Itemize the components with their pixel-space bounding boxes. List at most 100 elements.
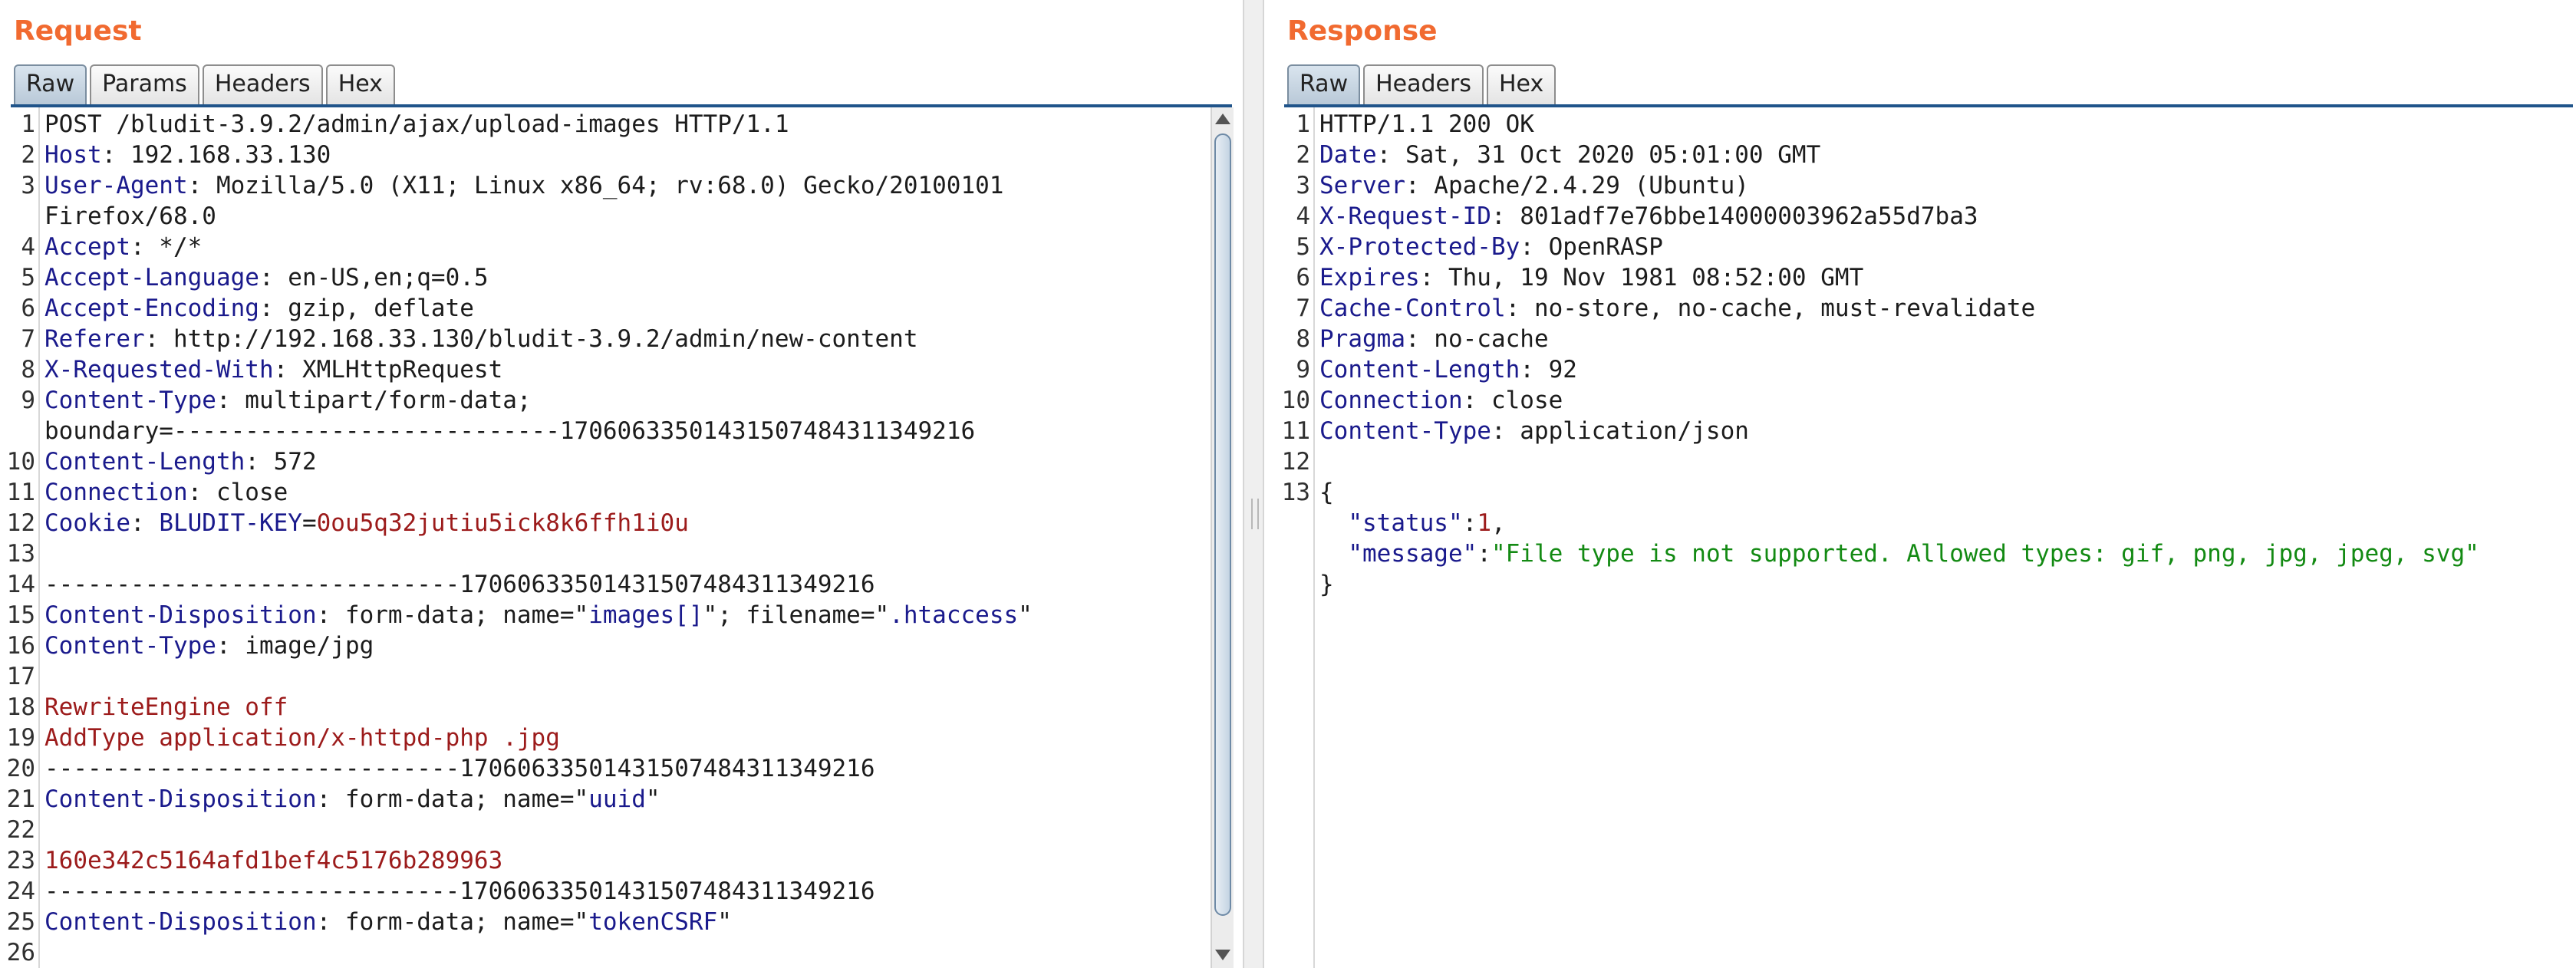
token: Content-Disposition [44, 785, 317, 813]
response-code-line: 10 Connection: close [1273, 385, 2576, 416]
line-number: 1 [21, 110, 35, 138]
token: : no-store, no-cache, must-revalidate [1505, 295, 2036, 322]
scroll-up-arrow-icon[interactable] [1215, 114, 1230, 124]
token: Cache-Control [1319, 295, 1506, 322]
line-text: Date: Sat, 31 Oct 2020 05:01:00 GMT [1319, 140, 1820, 170]
response-code-line: 4 X-Request-ID: 801adf7e76bbe14000003962a… [1273, 201, 2576, 232]
request-code-line: 13 [0, 538, 1204, 569]
line-text: "message":"File type is not supported. A… [1319, 538, 2479, 569]
line-number: 18 [6, 693, 35, 721]
token: : form-data; name=" [316, 785, 589, 813]
response-code-line: 12 [1273, 446, 2576, 477]
line-number: 11 [6, 479, 35, 506]
response-tab-hex[interactable]: Hex [1486, 64, 1556, 104]
request-tab-headers[interactable]: Headers [202, 64, 323, 104]
line-number: 5 [1296, 233, 1310, 261]
pane-splitter[interactable] [1243, 0, 1264, 968]
line-number: 9 [1296, 356, 1310, 384]
token: images[] [588, 601, 703, 629]
response-code-line: 7 Cache-Control: no-store, no-cache, must… [1273, 293, 2576, 324]
line-text: HTTP/1.1 200 OK [1319, 109, 1534, 140]
token: "status" [1348, 509, 1463, 537]
token: : form-data; name=" [316, 908, 589, 936]
line-text: Accept: */* [44, 232, 202, 262]
splitter-grip-icon[interactable] [1251, 499, 1259, 529]
line-number: 25 [6, 908, 35, 936]
line-text: Firefox/68.0 [44, 201, 216, 232]
token: : 801adf7e76bbe14000003962a55d7ba3 [1491, 202, 1978, 230]
token: RewriteEngine off [44, 693, 288, 721]
request-code-line: boundary=---------------------------1706… [0, 416, 1204, 446]
token: : Mozilla/5.0 (X11; Linux x86_64; rv:68.… [187, 172, 1004, 199]
line-text: } [1319, 569, 1334, 600]
token: : application/json [1491, 417, 1749, 445]
token: : Thu, 19 Nov 1981 08:52:00 GMT [1419, 264, 1864, 291]
line-text: Referer: http://192.168.33.130/bludit-3.… [44, 324, 918, 354]
line-number: 3 [1296, 172, 1310, 199]
request-code-line: 1 POST /bludit-3.9.2/admin/ajax/upload-im… [0, 109, 1204, 140]
request-code-line: 4 Accept: */* [0, 232, 1204, 262]
request-code-line: 18 RewriteEngine off [0, 692, 1204, 723]
line-text: boundary=---------------------------1706… [44, 416, 975, 446]
response-editor[interactable]: 1 HTTP/1.1 200 OK 2 Date: Sat, 31 Oct 2020 … [1273, 107, 2576, 968]
token: Server [1319, 172, 1405, 199]
line-number: 24 [6, 877, 35, 905]
token: .htaccess [889, 601, 1019, 629]
token: : image/jpg [216, 632, 374, 660]
token: : */* [130, 233, 203, 261]
request-code-line: 10 Content-Length: 572 [0, 446, 1204, 477]
response-tab-headers[interactable]: Headers [1363, 64, 1484, 104]
request-editor[interactable]: 1 POST /bludit-3.9.2/admin/ajax/upload-im… [0, 107, 1204, 968]
line-text: Connection: close [1319, 385, 1563, 416]
line-text: Content-Length: 572 [44, 446, 317, 477]
request-code-line: 15 Content-Disposition: form-data; name="… [0, 600, 1204, 631]
token: Expires [1319, 264, 1420, 291]
request-code-line: 21 Content-Disposition: form-data; name="… [0, 784, 1204, 815]
token: Content-Disposition [44, 601, 317, 629]
line-number: 17 [6, 663, 35, 690]
request-code-line: 17 [0, 661, 1204, 692]
line-number: 4 [21, 233, 35, 261]
request-code-line: 14 -----------------------------170606335… [0, 569, 1204, 600]
line-number: 1 [1296, 110, 1310, 138]
response-code-line: } [1273, 569, 2576, 600]
line-number: 10 [1281, 387, 1310, 414]
token: User-Agent [44, 172, 188, 199]
token: "File type is not supported. Allowed typ… [1491, 540, 2479, 568]
token: = [301, 509, 317, 537]
response-tab-raw[interactable]: Raw [1287, 64, 1361, 104]
request-pane: Request Raw Params Headers Hex 1 POST /bl… [0, 0, 1235, 968]
line-number: 21 [6, 785, 35, 813]
token: Accept [44, 233, 130, 261]
token: X-Request-ID [1319, 202, 1491, 230]
line-number: 13 [1281, 479, 1310, 506]
token: Host [44, 141, 102, 169]
request-code-line: 22 [0, 815, 1204, 845]
line-text: X-Requested-With: XMLHttpRequest [44, 354, 502, 385]
scroll-down-arrow-icon[interactable] [1215, 950, 1230, 960]
line-text: Content-Disposition: form-data; name="uu… [44, 784, 660, 815]
line-number: 2 [21, 141, 35, 169]
token: boundary=---------------------------1706… [44, 417, 976, 445]
response-code-line: "status":1, [1273, 508, 2576, 538]
token: Connection [44, 479, 188, 506]
token: Content-Type [44, 387, 216, 414]
token: : 572 [245, 448, 317, 476]
token: } [1319, 571, 1334, 598]
request-tab-raw[interactable]: Raw [14, 64, 87, 104]
line-number: 14 [6, 571, 35, 598]
token: 1 [1477, 509, 1491, 537]
token: Content-Type [44, 632, 216, 660]
token: Pragma [1319, 325, 1405, 353]
request-scrollbar[interactable] [1211, 107, 1234, 968]
request-scroll-thumb[interactable] [1214, 133, 1231, 916]
request-tab-hex[interactable]: Hex [325, 64, 395, 104]
response-code-line: "message":"File type is not supported. A… [1273, 538, 2576, 569]
line-number: 19 [6, 724, 35, 752]
response-pane: Response Raw Headers Hex 1 HTTP/1.1 200 O… [1273, 0, 2576, 968]
line-text: User-Agent: Mozilla/5.0 (X11; Linux x86_… [44, 170, 1003, 201]
request-code-line: Firefox/68.0 [0, 201, 1204, 232]
request-tab-params[interactable]: Params [90, 64, 199, 104]
